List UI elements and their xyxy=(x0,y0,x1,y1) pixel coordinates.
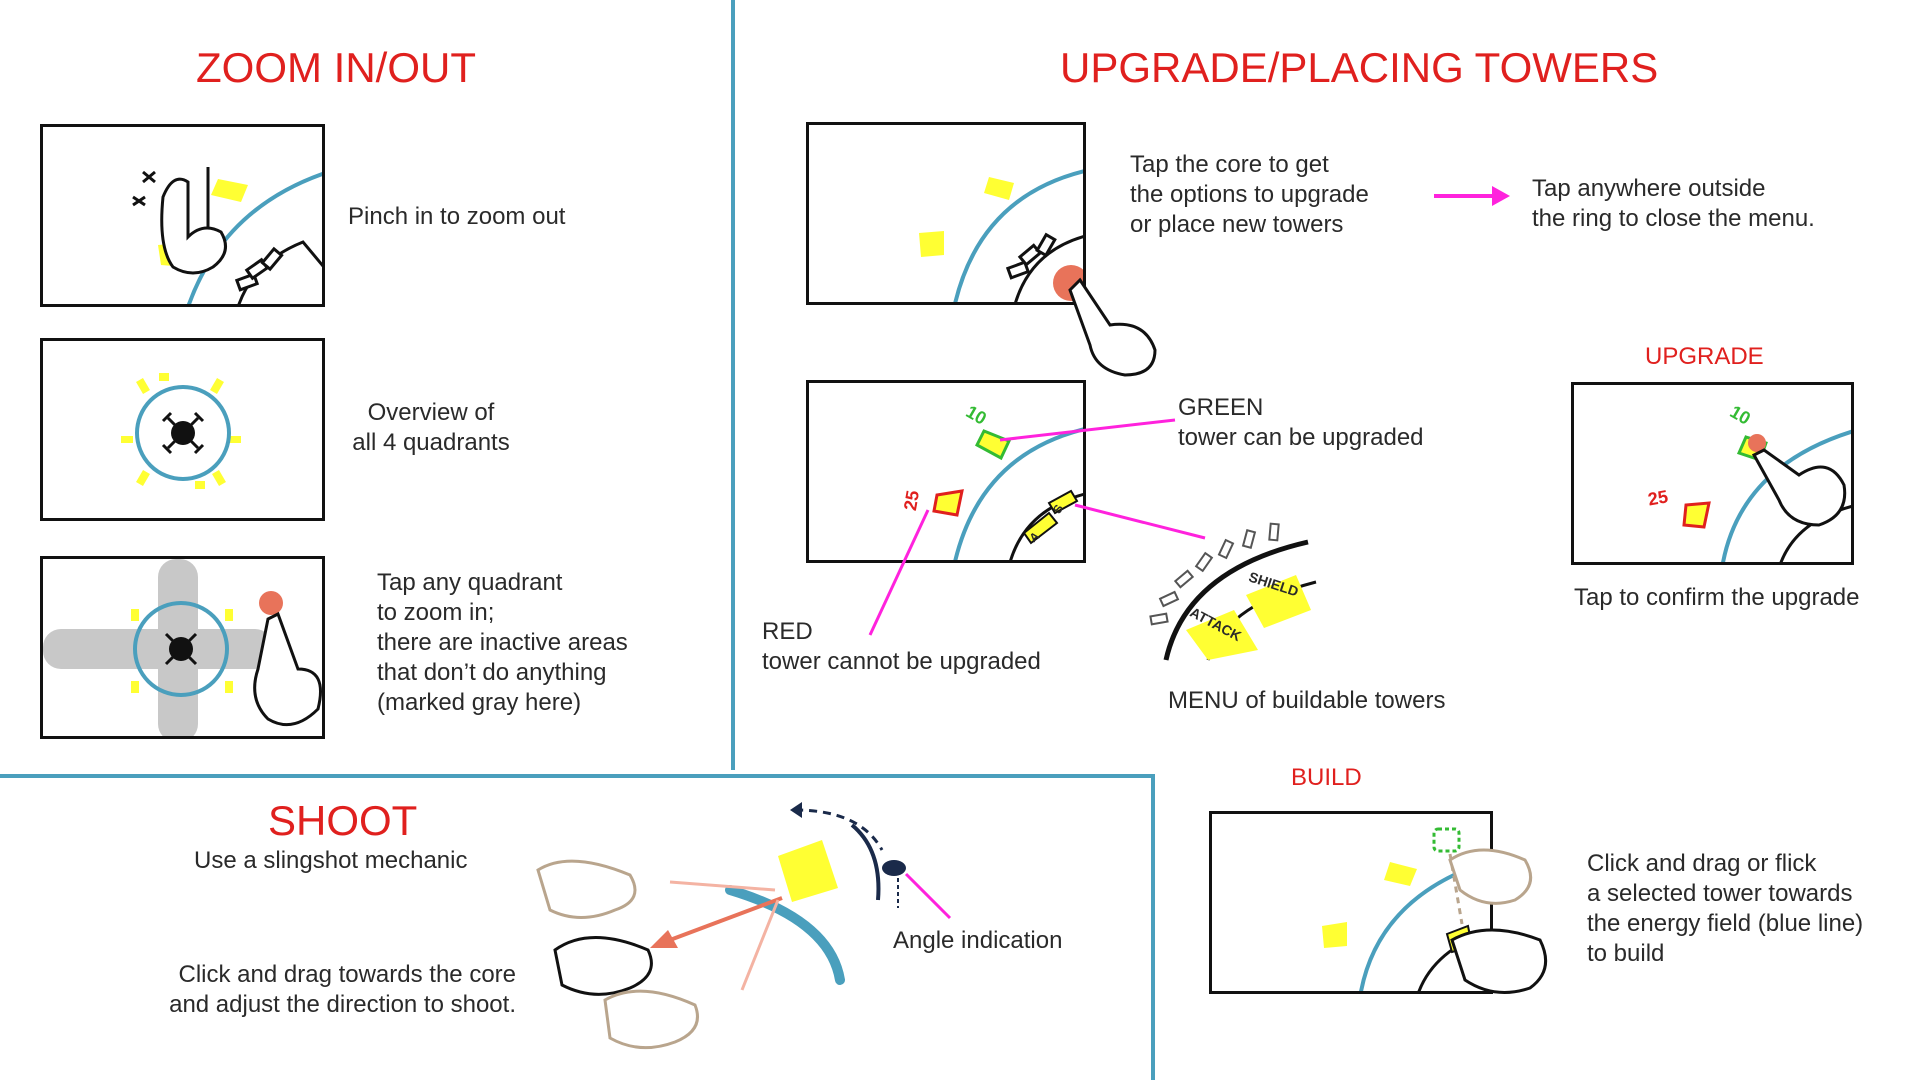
menu-text: MENU of buildable towers xyxy=(1168,687,1446,714)
tower-menu-illustration xyxy=(1149,522,1336,661)
upgrade-cost-red: 25 xyxy=(1646,486,1670,510)
green-tower-text: GREEN tower can be upgraded xyxy=(1178,394,1424,451)
ghost-hand-top xyxy=(536,859,637,919)
zoom-overview-panel xyxy=(40,338,325,521)
zoom-pinch-panel xyxy=(40,124,325,307)
green-pointer-line xyxy=(999,418,1176,442)
tap-core-text: Tap the core to get the options to upgra… xyxy=(1130,151,1369,238)
slingshot-illustration xyxy=(536,802,952,1050)
shoot-title: SHOOT xyxy=(268,797,418,844)
drag-shoot-text: Click and drag towards the core and adju… xyxy=(169,961,516,1018)
pinch-hand xyxy=(160,167,227,275)
upgrade-label: UPGRADE xyxy=(1645,343,1764,370)
drag-hand xyxy=(1450,928,1548,994)
angle-pointer-line xyxy=(904,872,952,920)
close-menu-text: Tap anywhere outside the ring to close t… xyxy=(1532,175,1815,232)
overview-text: Overview of all 4 quadrants xyxy=(352,399,510,456)
angle-indication-text: Angle indication xyxy=(893,927,1063,954)
build-text: Click and drag or flick a selected tower… xyxy=(1587,850,1864,967)
red-tower-text: RED tower cannot be upgraded xyxy=(762,618,1041,675)
build-hands xyxy=(1448,848,1548,994)
zoom-tap-panel xyxy=(40,556,325,739)
inactive-area-horizontal xyxy=(43,629,273,669)
tower-yellow xyxy=(919,231,944,257)
horizontal-divider xyxy=(0,774,1155,778)
tower-yellow xyxy=(1384,862,1417,886)
upgrade-confirm-illustration xyxy=(1682,429,1851,562)
confirm-hand xyxy=(1751,448,1847,527)
pinch-text: Pinch in to zoom out xyxy=(348,203,566,230)
confirm-upgrade-text: Tap to confirm the upgrade xyxy=(1574,584,1860,611)
tap-quadrant-text: Tap any quadrant to zoom in; there are i… xyxy=(377,569,628,716)
active-hand xyxy=(553,936,653,996)
tower-yellow xyxy=(984,177,1014,200)
energy-field-arc xyxy=(725,885,845,985)
tower-yellow xyxy=(1322,922,1347,948)
angle-indicator xyxy=(882,860,906,876)
vertical-divider xyxy=(731,0,735,770)
ghost-hand-bottom xyxy=(603,989,699,1050)
arrow-right-icon xyxy=(1434,186,1510,206)
tower-red xyxy=(1682,501,1711,529)
tower-yellow xyxy=(211,179,248,202)
tap-core-hand xyxy=(1068,277,1157,377)
pinch-illustration xyxy=(132,167,322,304)
tap-core-panel xyxy=(806,122,1086,305)
red-cost-label: 25 xyxy=(899,488,924,513)
tap-hand xyxy=(253,611,322,727)
tap-marker xyxy=(259,591,283,615)
upgrade-confirm-panel xyxy=(1571,382,1854,565)
overview-illustration xyxy=(121,373,241,489)
build-label: BUILD xyxy=(1291,764,1362,791)
ghost-hand xyxy=(1448,848,1533,905)
angle-arc xyxy=(850,823,881,901)
selected-tower xyxy=(778,840,838,902)
zoom-title: ZOOM IN/OUT xyxy=(196,44,476,91)
tap-core-illustration xyxy=(919,169,1083,302)
vertical-divider-lower xyxy=(1151,774,1155,1080)
shoot-subtitle: Use a slingshot mechanic xyxy=(194,847,468,874)
upgrade-title: UPGRADE/PLACING TOWERS xyxy=(1060,44,1659,91)
tap-quadrant-illustration xyxy=(43,559,322,736)
pinch-arrows xyxy=(142,170,156,184)
